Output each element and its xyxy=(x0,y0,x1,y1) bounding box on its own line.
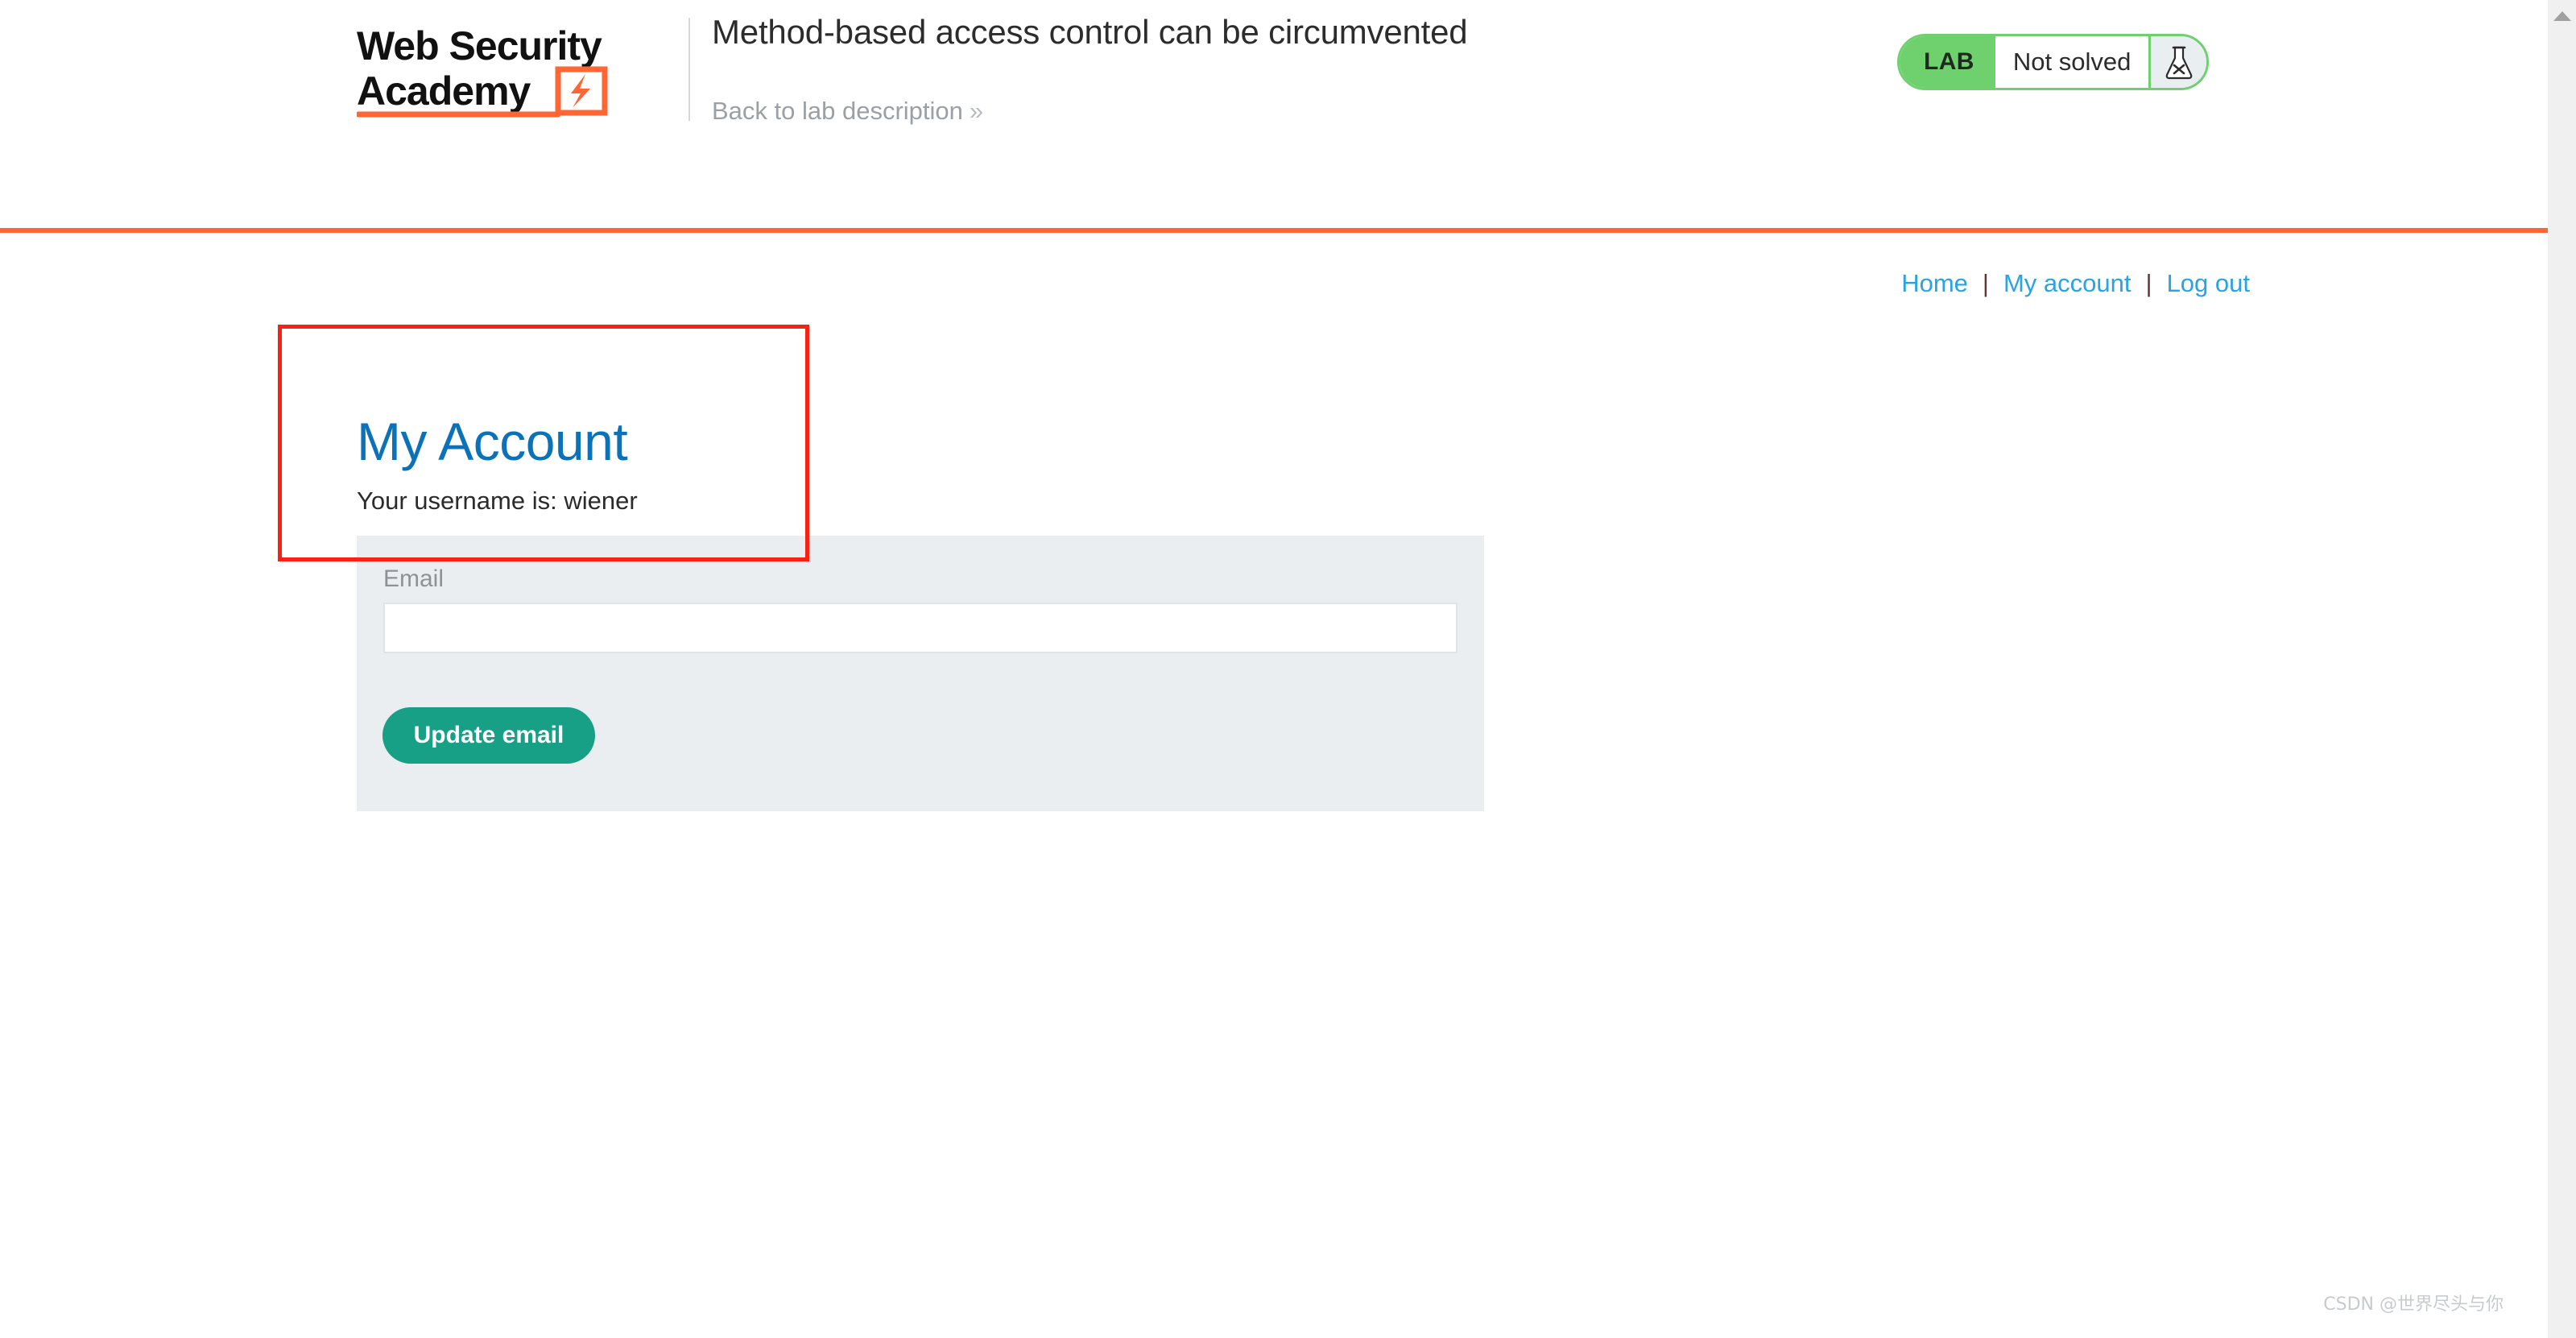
browser-page: Web Security Academy Method-based access… xyxy=(0,0,2576,1338)
double-chevron-right-icon: » xyxy=(969,97,984,125)
nav-link-my-account[interactable]: My account xyxy=(2003,269,2132,298)
update-email-form-panel xyxy=(357,536,1484,811)
nav-separator: | xyxy=(1982,269,1989,297)
page-title: Method-based access control can be circu… xyxy=(712,13,1468,51)
web-security-academy-logo[interactable]: Web Security Academy xyxy=(357,23,679,119)
back-to-lab-description-link[interactable]: Back to lab description» xyxy=(712,97,983,126)
svg-text:Academy: Academy xyxy=(357,68,531,114)
page-viewport: Web Security Academy Method-based access… xyxy=(0,0,2548,1338)
watermark-text: CSDN @世界尽头与你 xyxy=(2323,1295,2504,1315)
update-email-button[interactable]: Update email xyxy=(382,707,595,764)
flask-x-svg xyxy=(2165,46,2193,80)
lab-status-text: Not solved xyxy=(1995,36,2149,88)
username-text: Your username is: wiener xyxy=(357,487,638,515)
lab-status-badge[interactable]: LAB Not solved xyxy=(1897,34,2210,90)
nav-separator: | xyxy=(2145,269,2152,297)
header-divider xyxy=(688,18,690,121)
account-nav-links: Home | My account | Log out xyxy=(1901,269,2250,298)
academy-header: Web Security Academy Method-based access… xyxy=(0,0,2548,228)
svg-text:Web Security: Web Security xyxy=(357,23,602,68)
logo-svg: Web Security Academy xyxy=(357,23,608,118)
back-link-label: Back to lab description xyxy=(712,97,963,125)
browser-scrollbar[interactable] xyxy=(2548,0,2576,1338)
lab-status-tag: LAB xyxy=(1900,36,1995,88)
nav-link-home[interactable]: Home xyxy=(1901,269,1968,298)
flask-x-icon xyxy=(2148,36,2207,88)
email-field-label: Email xyxy=(383,565,444,592)
nav-link-log-out[interactable]: Log out xyxy=(2167,269,2250,298)
email-input[interactable] xyxy=(383,603,1458,653)
scroll-up-arrow-icon[interactable] xyxy=(2553,11,2571,21)
account-heading: My Account xyxy=(357,412,628,472)
